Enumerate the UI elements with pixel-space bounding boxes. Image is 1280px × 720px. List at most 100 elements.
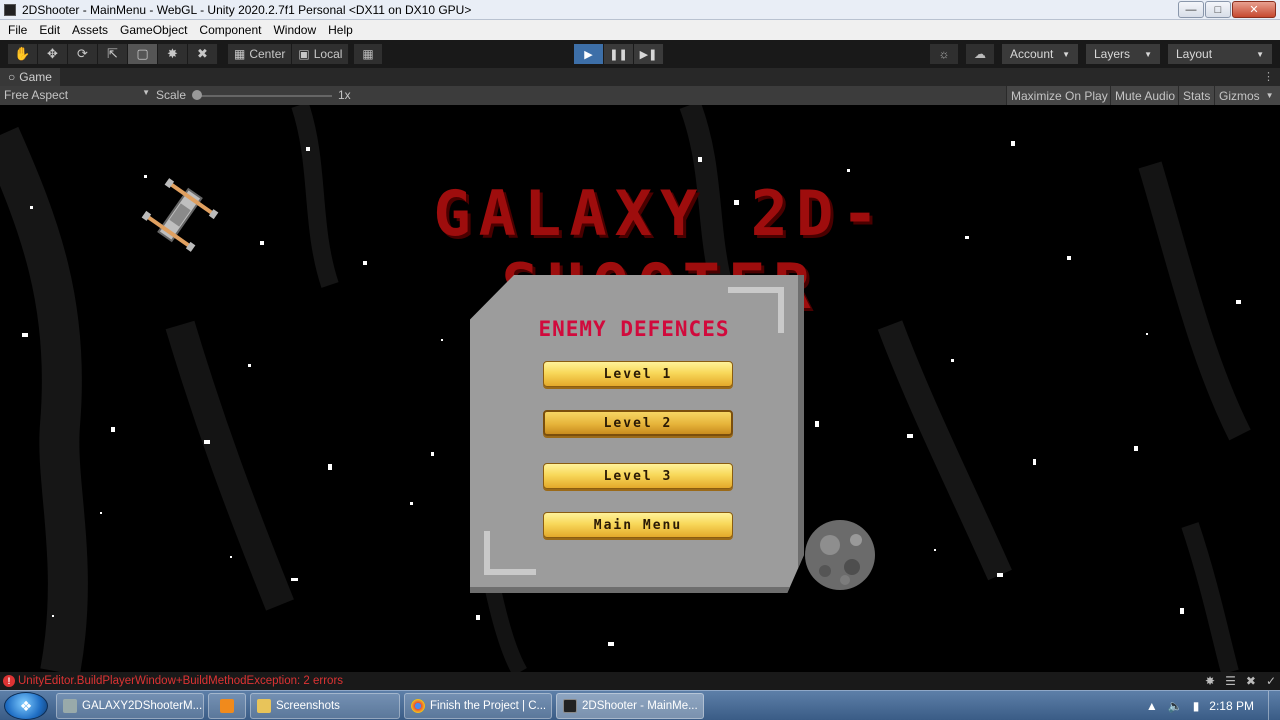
- cloud-icon[interactable]: ☁: [966, 44, 994, 64]
- level-2-button[interactable]: Level 2: [543, 410, 733, 436]
- show-desktop-button[interactable]: [1268, 691, 1280, 720]
- satellite-ship: [141, 178, 219, 252]
- grid-snap-icon[interactable]: ▦: [354, 44, 382, 64]
- level-1-button[interactable]: Level 1: [543, 361, 733, 387]
- unity-app-icon: [4, 3, 16, 16]
- taskbar-item-screenshots[interactable]: Screenshots: [250, 693, 400, 719]
- menu-gameobject[interactable]: GameObject: [114, 23, 193, 37]
- clock[interactable]: 2:18 PM: [1209, 699, 1254, 713]
- taskbar-item-label: 2DShooter - MainMe...: [582, 700, 698, 712]
- taskbar-item-label: Screenshots: [276, 700, 340, 712]
- tab-menu-icon[interactable]: ⋮: [1263, 70, 1274, 83]
- taskbar-item-vlc[interactable]: [208, 693, 246, 719]
- volume-icon[interactable]: 🔈: [1168, 699, 1183, 713]
- main-toolbar: ✋ ✥ ⟳ ⇱ ▢ ✸ ✖ ▦ Center ▣ Local ▦ ▶ ❚❚ ▶❚ ☼…: [0, 40, 1280, 68]
- close-button[interactable]: ✕: [1232, 1, 1276, 18]
- stats-toggle[interactable]: Stats: [1178, 86, 1215, 105]
- scale-value: 1x: [338, 88, 351, 102]
- console-error-message[interactable]: UnityEditor.BuildPlayerWindow+BuildMetho…: [18, 675, 343, 687]
- menu-component[interactable]: Component: [193, 23, 267, 37]
- pivot-center-label: Center: [249, 47, 286, 61]
- gizmos-caret-icon: ▼: [1265, 91, 1274, 100]
- hand-tool-icon[interactable]: ✋: [8, 44, 38, 64]
- folder-icon: [257, 699, 271, 713]
- pause-button[interactable]: ❚❚: [604, 44, 634, 64]
- taskbar-item-galaxy[interactable]: GALAXY2DShooterM...: [56, 693, 204, 719]
- error-icon: !: [3, 675, 15, 687]
- pivot-toggles: ▦ Center ▣ Local: [228, 44, 350, 64]
- tab-bar: ○ Game ⋮: [0, 68, 1280, 86]
- unity-icon: [563, 699, 577, 713]
- mute-audio-toggle[interactable]: Mute Audio: [1110, 86, 1180, 105]
- collab-icon[interactable]: ✖: [1246, 674, 1256, 688]
- transform-tool-icon[interactable]: ✸: [158, 44, 188, 64]
- taskbar-item-unity[interactable]: 2DShooter - MainMe...: [556, 693, 704, 719]
- account-label: Account: [1010, 47, 1054, 61]
- pivot-center-icon: ▦: [234, 47, 246, 61]
- services-icon[interactable]: ☼: [930, 44, 958, 64]
- aspect-dropdown[interactable]: Free Aspect ▼: [4, 88, 150, 102]
- maximize-button[interactable]: □: [1205, 1, 1231, 18]
- tray-arrow-icon[interactable]: ▲: [1146, 699, 1158, 713]
- stats-label: Stats: [1183, 88, 1211, 103]
- check-icon[interactable]: ✓: [1266, 674, 1276, 688]
- rect-tool-icon[interactable]: ▢: [128, 44, 158, 64]
- game-view[interactable]: GALAXY 2D-SHOOTER ENEMY DEFENCES Level 1…: [0, 105, 1280, 672]
- layout-caret-icon: ▼: [1256, 49, 1264, 59]
- panel-title: ENEMY DEFENCES: [538, 317, 730, 341]
- start-button[interactable]: ❖: [4, 692, 48, 720]
- network-icon[interactable]: ▮: [1193, 699, 1200, 713]
- tab-game[interactable]: ○ Game: [0, 68, 60, 86]
- aspect-label: Free Aspect: [4, 88, 69, 102]
- rotate-tool-icon[interactable]: ⟳: [68, 44, 98, 64]
- custom-tool-icon[interactable]: ✖: [188, 44, 218, 64]
- menu-file[interactable]: File: [2, 23, 33, 37]
- account-dropdown[interactable]: Account ▼: [1002, 44, 1078, 64]
- aspect-caret-icon: ▼: [142, 88, 150, 97]
- pivot-center-button[interactable]: ▦ Center: [228, 44, 293, 64]
- window-title: 2DShooter - MainMenu - WebGL - Unity 202…: [22, 2, 472, 17]
- vlc-icon: [220, 699, 234, 713]
- level-3-button[interactable]: Level 3: [543, 463, 733, 489]
- move-tool-icon[interactable]: ✥: [38, 44, 68, 64]
- step-button[interactable]: ▶❚: [634, 44, 664, 64]
- level-select-panel: ENEMY DEFENCES Level 1 Level 2 Level 3 M…: [470, 275, 804, 593]
- scale-slider-handle[interactable]: [192, 90, 202, 100]
- status-icons: ✸ ☰ ✖ ✓: [1205, 674, 1276, 688]
- window-controls: — □ ✕: [1178, 1, 1276, 18]
- debug-icon[interactable]: ✸: [1205, 674, 1215, 688]
- status-bar: ! UnityEditor.BuildPlayerWindow+BuildMet…: [0, 672, 1280, 690]
- main-menu-button[interactable]: Main Menu: [543, 512, 733, 538]
- menu-assets[interactable]: Assets: [66, 23, 114, 37]
- tab-game-label: Game: [19, 70, 52, 84]
- folder-icon: [63, 699, 77, 713]
- layers-label: Layers: [1094, 47, 1131, 61]
- layers-caret-icon: ▼: [1144, 49, 1152, 59]
- menu-window[interactable]: Window: [267, 23, 322, 37]
- menu-edit[interactable]: Edit: [33, 23, 66, 37]
- maximize-on-play-label: Maximize On Play: [1011, 88, 1108, 103]
- pivot-local-button[interactable]: ▣ Local: [292, 44, 350, 64]
- asteroid: [805, 520, 875, 590]
- taskbar-item-chrome[interactable]: Finish the Project | C...: [404, 693, 552, 719]
- maximize-on-play-toggle[interactable]: Maximize On Play: [1006, 86, 1112, 105]
- scale-slider-track[interactable]: [198, 95, 332, 97]
- scale-tool-icon[interactable]: ⇱: [98, 44, 128, 64]
- local-cube-icon: ▣: [298, 47, 310, 61]
- play-button[interactable]: ▶: [574, 44, 604, 64]
- scale-label: Scale: [156, 88, 187, 102]
- taskbar-item-label: Finish the Project | C...: [430, 700, 547, 712]
- windows-taskbar: ❖ GALAXY2DShooterM... Screenshots Finish…: [0, 690, 1280, 720]
- layout-label: Layout: [1176, 47, 1213, 61]
- menu-bar: File Edit Assets GameObject Component Wi…: [0, 20, 1280, 40]
- system-tray: ▲ 🔈 ▮ 2:18 PM: [1146, 691, 1280, 720]
- layout-dropdown[interactable]: Layout ▼: [1168, 44, 1272, 64]
- progress-icon[interactable]: ☰: [1225, 674, 1236, 688]
- gizmos-dropdown[interactable]: Gizmos ▼: [1214, 86, 1280, 105]
- minimize-button[interactable]: —: [1178, 1, 1204, 18]
- game-view-toolbar: Free Aspect ▼ Scale 1x Maximize On Play …: [0, 86, 1280, 105]
- layers-dropdown[interactable]: Layers ▼: [1086, 44, 1160, 64]
- gizmos-label: Gizmos: [1219, 88, 1260, 103]
- menu-help[interactable]: Help: [322, 23, 359, 37]
- account-caret-icon: ▼: [1062, 49, 1070, 59]
